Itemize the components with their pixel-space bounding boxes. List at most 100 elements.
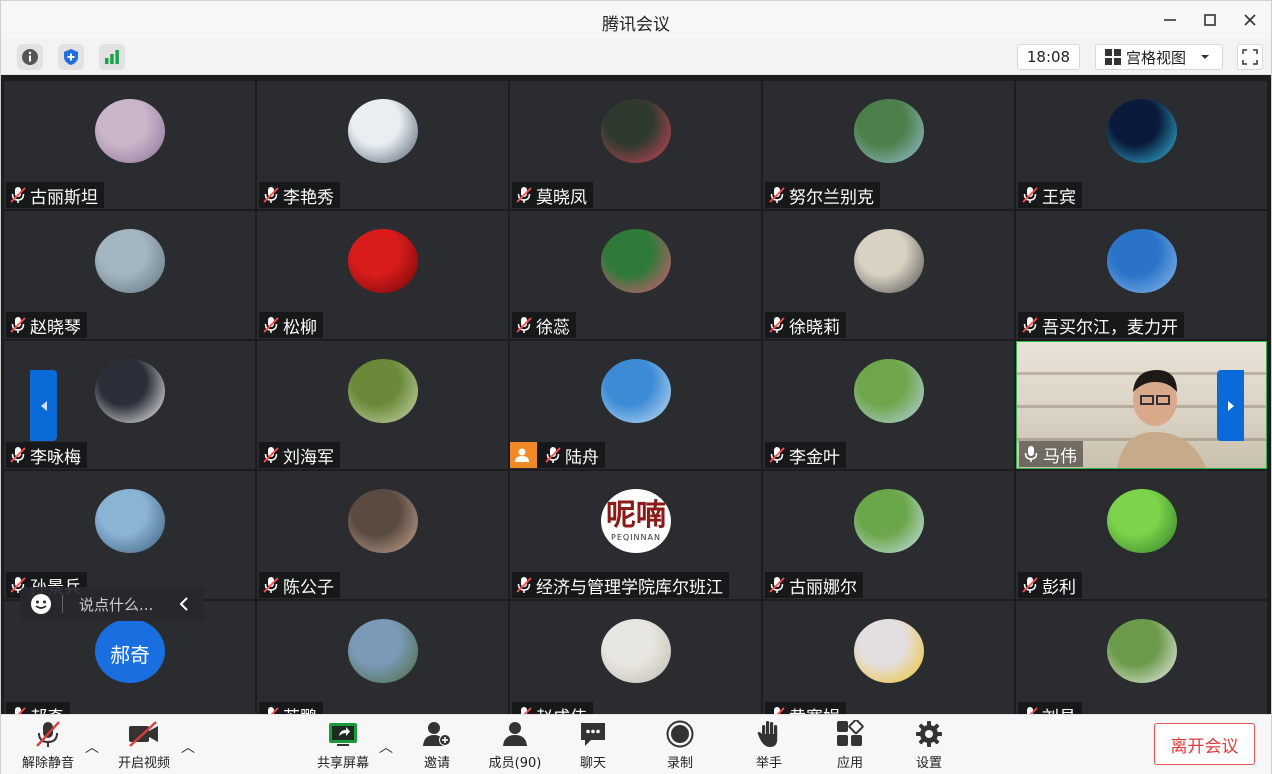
participant-name: 刘昌 bbox=[1042, 703, 1076, 715]
participant-name-tag: 彭利 bbox=[1018, 572, 1082, 598]
participant-tile[interactable]: 李金叶 bbox=[763, 341, 1014, 469]
participant-name: 王宾 bbox=[1042, 187, 1076, 208]
participant-tile[interactable]: 莫晓凤 bbox=[510, 81, 761, 209]
participant-tile[interactable]: 陈公子 bbox=[257, 471, 508, 599]
chat-divider bbox=[62, 595, 63, 613]
participant-tile[interactable]: 刘海军 bbox=[257, 341, 508, 469]
participant-tile[interactable]: 吾买尔江，麦力开 bbox=[1016, 211, 1267, 339]
participant-tile[interactable]: 古丽斯坦 bbox=[4, 81, 255, 209]
participant-tile[interactable]: 王宾 bbox=[1016, 81, 1267, 209]
participant-tile[interactable]: 黄寨娟 bbox=[763, 601, 1014, 714]
participant-avatar bbox=[95, 229, 165, 293]
raise-hand-label: 举手 bbox=[755, 756, 782, 771]
close-button[interactable] bbox=[1237, 7, 1263, 33]
participant-avatar bbox=[854, 99, 924, 163]
security-button[interactable] bbox=[58, 44, 84, 70]
participant-name-tag: 赵晓琴 bbox=[6, 312, 87, 338]
participant-tile[interactable]: 呢喃 PEQINNAN 经济与管理学院库尔班江 bbox=[510, 471, 761, 599]
chat-button[interactable]: 聊天 bbox=[578, 719, 608, 771]
audio-options-caret[interactable]: ︿ bbox=[85, 737, 99, 757]
participant-avatar bbox=[348, 99, 418, 163]
participant-tile[interactable]: 徐晓莉 bbox=[763, 211, 1014, 339]
participant-name: 刘海军 bbox=[283, 447, 334, 468]
share-options-caret[interactable]: ︿ bbox=[379, 737, 393, 757]
participant-tile[interactable]: 孙景兵 bbox=[4, 471, 255, 599]
participant-avatar bbox=[1107, 619, 1177, 683]
minimize-button[interactable] bbox=[1157, 7, 1183, 33]
network-status-button[interactable] bbox=[99, 44, 125, 70]
participant-name: 努尔兰别克 bbox=[789, 187, 874, 208]
share-screen-icon bbox=[329, 723, 357, 746]
members-label: 成员(90) bbox=[488, 756, 542, 771]
mic-muted-icon bbox=[516, 186, 532, 204]
emoji-icon[interactable] bbox=[30, 593, 52, 615]
participant-tile[interactable]: 松柳 bbox=[257, 211, 508, 339]
share-screen-button[interactable]: 共享屏幕 bbox=[314, 719, 372, 771]
meeting-info-button[interactable] bbox=[17, 44, 43, 70]
start-video-button[interactable]: 开启视频 bbox=[115, 719, 173, 771]
raise-hand-button[interactable]: 举手 bbox=[753, 719, 785, 771]
participant-name: 经济与管理学院库尔班江 bbox=[536, 577, 723, 598]
participant-tile[interactable]: 苏鹏 bbox=[257, 601, 508, 714]
participant-tile[interactable]: 努尔兰别克 bbox=[763, 81, 1014, 209]
record-button[interactable]: 录制 bbox=[665, 719, 695, 771]
collapse-chat-icon[interactable] bbox=[179, 597, 189, 611]
participant-name: 赵晓琴 bbox=[30, 317, 81, 338]
window-title: 腾讯会议 bbox=[602, 15, 670, 35]
participant-tile[interactable]: 陆舟 bbox=[510, 341, 761, 469]
maximize-icon bbox=[1204, 14, 1216, 26]
leave-meeting-button[interactable]: 离开会议 bbox=[1154, 723, 1255, 765]
quick-chat-bar[interactable]: 说点什么... bbox=[20, 587, 205, 621]
participant-avatar bbox=[854, 229, 924, 293]
chevron-left-icon bbox=[40, 400, 47, 411]
mic-on-icon bbox=[1023, 445, 1039, 463]
participant-tile[interactable]: 古丽娜尔 bbox=[763, 471, 1014, 599]
participant-name-tag: 莫晓凤 bbox=[512, 182, 593, 208]
next-page-button[interactable] bbox=[1217, 370, 1244, 441]
unmute-button[interactable]: 解除静音 bbox=[19, 719, 77, 771]
mic-muted-icon bbox=[263, 576, 279, 594]
apps-button[interactable]: 应用 bbox=[835, 719, 865, 771]
participant-name-tag: 郝奇 bbox=[6, 702, 70, 714]
settings-button[interactable]: 设置 bbox=[914, 719, 944, 771]
participant-avatar bbox=[95, 99, 165, 163]
mic-muted-icon bbox=[263, 446, 279, 464]
participant-name-tag: 苏鹏 bbox=[259, 702, 323, 714]
participant-avatar bbox=[95, 359, 165, 423]
participant-tile[interactable]: 彭利 bbox=[1016, 471, 1267, 599]
mic-muted-icon bbox=[263, 706, 279, 714]
avatar-initials: 郝奇 bbox=[110, 643, 150, 667]
title-bar: 腾讯会议 bbox=[1, 1, 1271, 39]
previous-page-button[interactable] bbox=[30, 370, 57, 441]
participant-name: 陈公子 bbox=[283, 577, 334, 598]
participant-tile[interactable]: 李艳秀 bbox=[257, 81, 508, 209]
record-label: 录制 bbox=[666, 756, 693, 771]
participant-name-tag: 王宾 bbox=[1018, 182, 1082, 208]
participant-tile[interactable]: 赵晓琴 bbox=[4, 211, 255, 339]
view-mode-label: 宫格视图 bbox=[1126, 48, 1187, 67]
participant-name-tag: 松柳 bbox=[259, 312, 323, 338]
meeting-clock: 18:08 bbox=[1017, 44, 1080, 70]
participant-name: 马伟 bbox=[1043, 446, 1077, 467]
members-icon bbox=[503, 722, 527, 746]
maximize-button[interactable] bbox=[1197, 7, 1223, 33]
invite-button[interactable]: 邀请 bbox=[419, 719, 455, 771]
chat-input[interactable]: 说点什么... bbox=[79, 594, 153, 615]
participant-avatar bbox=[348, 619, 418, 683]
members-button[interactable]: 成员(90) bbox=[487, 719, 543, 771]
view-mode-dropdown[interactable]: 宫格视图 bbox=[1095, 44, 1223, 70]
host-icon bbox=[510, 442, 537, 468]
participant-name: 彭利 bbox=[1042, 577, 1076, 598]
video-options-caret[interactable]: ︿ bbox=[181, 737, 195, 757]
info-icon bbox=[22, 49, 38, 65]
participant-tile[interactable]: 刘昌 bbox=[1016, 601, 1267, 714]
hand-icon bbox=[757, 721, 778, 747]
mic-muted-icon bbox=[10, 446, 26, 464]
participant-avatar bbox=[601, 359, 671, 423]
fullscreen-button[interactable] bbox=[1237, 44, 1263, 70]
mic-muted-icon bbox=[263, 316, 279, 334]
share-screen-label: 共享屏幕 bbox=[316, 756, 369, 771]
participant-name-tag: 陆舟 bbox=[510, 442, 605, 468]
participant-tile[interactable]: 赵成伟 bbox=[510, 601, 761, 714]
participant-tile[interactable]: 徐蕊 bbox=[510, 211, 761, 339]
